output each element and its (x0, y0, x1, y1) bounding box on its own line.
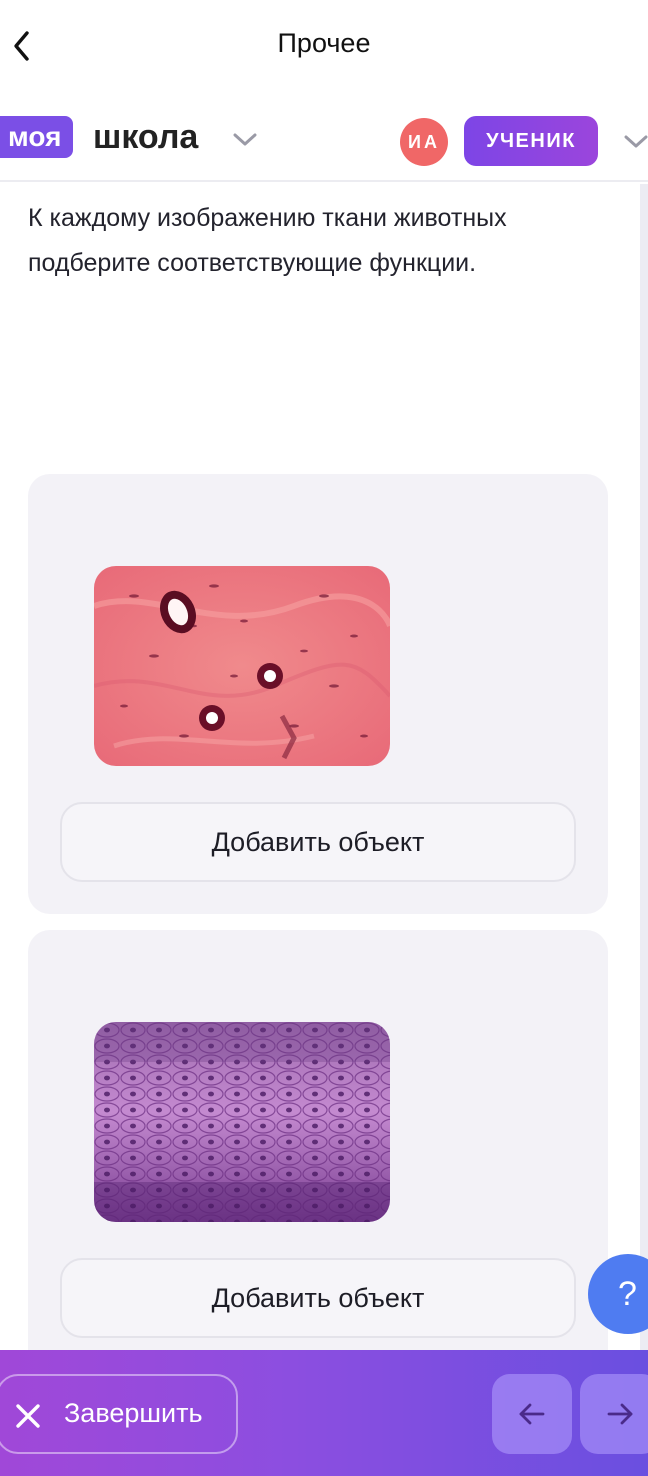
page-title: Прочее (277, 28, 371, 58)
tissue-image-epithelium (94, 1022, 390, 1222)
arrow-right-icon (607, 1403, 633, 1425)
logo-word: школа (93, 118, 199, 156)
top-bar: Прочее (0, 0, 648, 92)
match-card: Добавить объект (28, 474, 608, 914)
finish-button[interactable]: Завершить (0, 1374, 238, 1454)
prev-button[interactable] (492, 1374, 572, 1454)
chevron-down-icon[interactable] (620, 130, 648, 152)
bottom-bar: Завершить (0, 1350, 648, 1476)
role-badge[interactable]: УЧЕНИК (464, 116, 598, 166)
next-button[interactable] (580, 1374, 648, 1454)
finish-label: Завершить (64, 1398, 203, 1428)
scrollbar[interactable] (640, 184, 648, 1350)
avatar[interactable]: ИА (400, 118, 448, 166)
tissue-image-bone (94, 566, 390, 766)
chevron-down-icon[interactable] (230, 128, 260, 150)
question-text: К каждому изображению ткани животных под… (28, 204, 507, 277)
close-icon (16, 1404, 40, 1428)
add-object-button[interactable]: Добавить объект (60, 1258, 576, 1338)
logo-badge: моя (0, 116, 74, 158)
add-object-button[interactable]: Добавить объект (60, 802, 576, 882)
arrow-left-icon (519, 1403, 545, 1425)
match-card: Добавить объект (28, 930, 608, 1390)
